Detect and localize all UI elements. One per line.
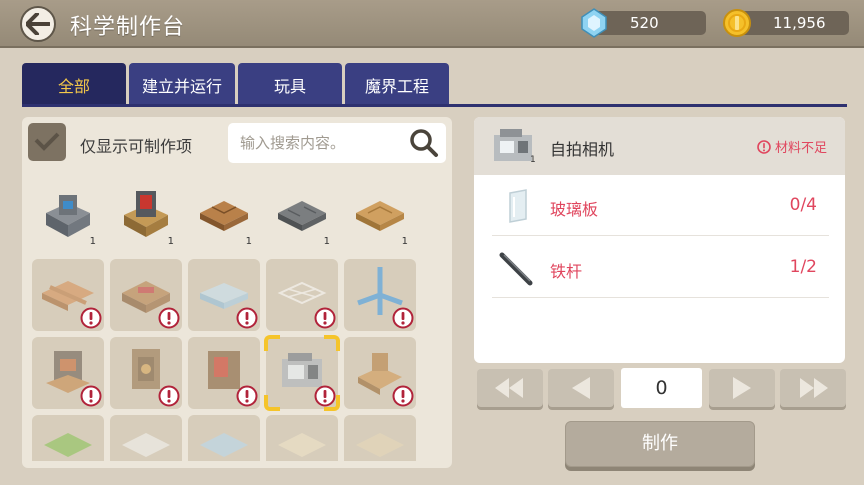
grid-item-stone-tile[interactable]: 1 <box>266 177 338 249</box>
double-right-arrow-icon <box>800 378 828 398</box>
grid-item-crossbow[interactable] <box>32 259 104 331</box>
grid-item-cream-block[interactable] <box>266 415 338 461</box>
blue-block-icon <box>200 433 248 457</box>
material-count: 1/2 <box>789 257 817 277</box>
tab-all[interactable]: 全部 <box>22 63 126 107</box>
tab-build-and-run[interactable]: 建立并运行 <box>129 63 235 107</box>
grid-item-ice-block[interactable] <box>188 259 260 331</box>
material-name: 玻璃板 <box>550 200 599 219</box>
material-row-glass: 玻璃板 0/4 <box>492 175 829 236</box>
search-box <box>228 123 446 163</box>
grid-item-red-cabinet[interactable] <box>188 337 260 409</box>
recipe-grid: 1 1 1 1 1 <box>32 177 442 461</box>
tab-toys[interactable]: 玩具 <box>238 63 342 107</box>
warning-icon <box>392 307 414 329</box>
craftable-only-checkbox[interactable] <box>28 123 66 161</box>
decrease-button[interactable] <box>548 369 614 407</box>
item-owned-count: 1 <box>530 155 536 165</box>
decrease-max-button[interactable] <box>477 369 543 407</box>
grid-item-grass-block[interactable] <box>32 415 104 461</box>
grid-item-blue-pipe[interactable] <box>344 259 416 331</box>
warning-icon <box>392 385 414 407</box>
grid-item-generator[interactable] <box>110 337 182 409</box>
grid-item-beige-block[interactable] <box>344 415 416 461</box>
filter-row: 仅显示可制作项 <box>28 123 446 163</box>
status-text: 材料不足 <box>774 141 827 156</box>
quantity-display[interactable]: 0 <box>621 368 702 408</box>
gem-icon <box>581 8 607 38</box>
owned-count: 1 <box>245 236 252 247</box>
grid-item-white-block[interactable] <box>110 415 182 461</box>
tab-demon-engineering[interactable]: 魔界工程 <box>345 63 449 107</box>
coin-counter: 11,956 <box>723 9 849 37</box>
left-arrow-icon <box>572 377 590 399</box>
white-block-icon <box>122 433 170 457</box>
alert-icon <box>757 139 771 154</box>
back-arrow-icon <box>26 13 50 35</box>
craftable-only-label: 仅显示可制作项 <box>80 137 193 156</box>
grid-item-furnace[interactable] <box>32 337 104 409</box>
warning-icon <box>236 385 258 407</box>
search-icon[interactable] <box>408 127 440 159</box>
glass-pane-icon <box>509 189 527 223</box>
grid-item-selfie-camera[interactable] <box>264 335 340 411</box>
right-arrow-icon <box>733 377 751 399</box>
increase-max-button[interactable] <box>780 369 846 407</box>
grid-item-red-table[interactable] <box>110 259 182 331</box>
insufficient-materials-status: 材料不足 <box>757 137 827 156</box>
warning-icon <box>80 307 102 329</box>
tab-underline <box>22 104 847 107</box>
craft-button[interactable]: 制作 <box>565 421 755 467</box>
item-name: 自拍相机 <box>550 140 615 159</box>
selection-corner <box>324 395 340 411</box>
recipe-list-panel: 仅显示可制作项 1 <box>22 117 452 468</box>
item-detail-header: 1 自拍相机 材料不足 <box>474 117 845 175</box>
owned-count: 1 <box>401 236 408 247</box>
gem-counter: 520 <box>581 8 706 38</box>
selection-corner <box>264 335 280 351</box>
grid-item-blue-block[interactable] <box>188 415 260 461</box>
warning-icon <box>158 307 180 329</box>
increase-button[interactable] <box>709 369 775 407</box>
warning-icon <box>314 307 336 329</box>
grass-block-icon <box>44 433 92 457</box>
back-button[interactable] <box>20 6 56 42</box>
page-title: 科学制作台 <box>70 15 186 40</box>
grid-item-pottery-stand[interactable] <box>344 337 416 409</box>
category-tabs: 全部 建立并运行 玩具 魔界工程 <box>22 63 452 107</box>
warning-icon <box>236 307 258 329</box>
beige-block-icon <box>356 433 404 457</box>
item-detail-panel: 1 自拍相机 材料不足 玻璃板 0/4 铁杆 1/2 <box>474 117 845 363</box>
grid-item-machine-red[interactable]: 1 <box>110 177 182 249</box>
selection-corner <box>324 335 340 351</box>
grid-item-sand-tile[interactable]: 1 <box>344 177 416 249</box>
grid-item-wood-tile[interactable]: 1 <box>188 177 260 249</box>
coin-amount: 11,956 <box>773 14 826 32</box>
grid-item-machine-gray[interactable]: 1 <box>32 177 104 249</box>
material-row-iron-rod: 铁杆 1/2 <box>492 237 829 298</box>
selection-corner <box>264 395 280 411</box>
top-bar: 科学制作台 520 11,956 <box>0 0 864 48</box>
gem-amount: 520 <box>630 14 659 32</box>
grid-item-wire-frame[interactable] <box>266 259 338 331</box>
warning-icon <box>158 385 180 407</box>
warning-icon <box>80 385 102 407</box>
owned-count: 1 <box>89 236 96 247</box>
owned-count: 1 <box>167 236 174 247</box>
material-count: 0/4 <box>789 195 817 215</box>
iron-rod-icon <box>499 252 533 286</box>
owned-count: 1 <box>323 236 330 247</box>
material-name: 铁杆 <box>550 262 583 281</box>
checkmark-icon <box>34 132 60 151</box>
coin-icon <box>723 9 751 37</box>
cream-block-icon <box>278 433 326 457</box>
search-input[interactable] <box>240 131 400 155</box>
double-left-arrow-icon <box>495 378 523 398</box>
